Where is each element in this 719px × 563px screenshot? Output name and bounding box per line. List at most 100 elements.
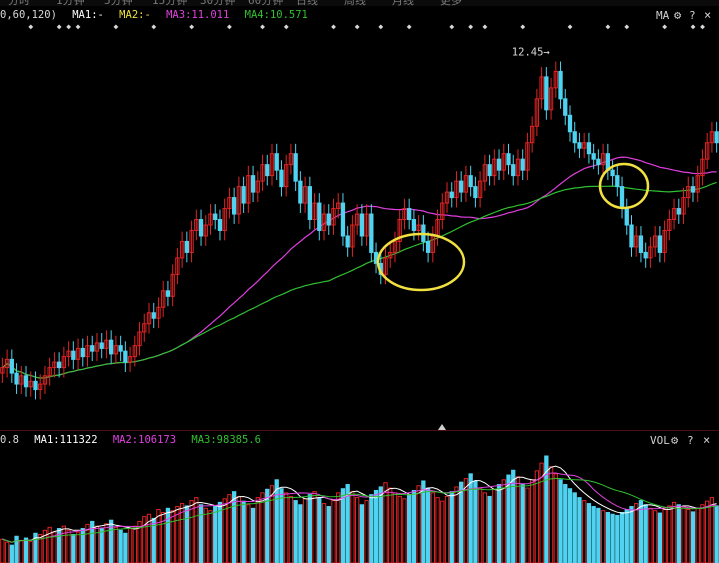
candle-body xyxy=(411,219,417,231)
volume-bar xyxy=(591,506,596,563)
volume-bar xyxy=(80,528,85,563)
volume-bar xyxy=(0,538,5,563)
volume-legend: 0.8 MA1:111322 MA2:106173 MA3:98385.6 xyxy=(0,434,270,448)
volume-bar xyxy=(572,492,577,563)
volume-bar xyxy=(492,488,497,563)
volume-bar xyxy=(671,501,677,563)
vol-settings-gear-icon[interactable]: ⚙ xyxy=(671,433,678,447)
event-marker-icon[interactable]: ◆ xyxy=(331,24,336,31)
volume-bar xyxy=(312,491,317,563)
volume-bar xyxy=(695,507,700,563)
volume-bar xyxy=(298,504,303,563)
volume-bar xyxy=(293,500,298,563)
candle-body xyxy=(487,164,492,177)
event-marker-icon[interactable]: ◆ xyxy=(605,24,610,31)
event-marker-icon[interactable]: ◆ xyxy=(57,24,62,31)
candle-body xyxy=(279,169,284,188)
ma-settings-gear-icon[interactable]: ⚙ xyxy=(674,8,681,22)
volume-bar xyxy=(132,525,137,563)
event-marker-icon[interactable]: ◆ xyxy=(520,24,525,31)
event-marker-icon[interactable]: ◆ xyxy=(114,24,119,31)
volume-bar xyxy=(284,492,289,563)
event-marker-icon[interactable]: ◆ xyxy=(482,24,487,31)
event-marker-icon[interactable]: ◆ xyxy=(28,24,33,31)
ma-period-text: 0,60,120) xyxy=(0,9,57,21)
volume-bar xyxy=(407,494,412,563)
candle-body xyxy=(657,235,663,253)
candle-body xyxy=(265,164,270,177)
event-marker-icon[interactable]: ◆ xyxy=(355,24,360,31)
period-tab[interactable]: 分时 xyxy=(8,0,30,6)
period-tab[interactable]: 日线 xyxy=(296,0,318,6)
candle-body xyxy=(643,251,648,259)
event-marker-icon[interactable]: ◆ xyxy=(691,24,696,31)
volume-bar xyxy=(250,507,256,563)
period-tab[interactable]: 更多 xyxy=(440,0,462,6)
event-marker-icon[interactable]: ◆ xyxy=(66,24,71,31)
volume-bar xyxy=(198,504,204,563)
candle-body xyxy=(250,175,256,193)
annotation-ellipse-1 xyxy=(376,232,466,292)
event-marker-icon[interactable]: ◆ xyxy=(407,24,412,31)
ma3-value: MA3:11.011 xyxy=(166,9,230,21)
candle-body xyxy=(90,345,95,352)
volume-bar xyxy=(459,481,464,563)
event-marker-icon[interactable]: ◆ xyxy=(468,24,473,31)
period-tab[interactable]: 30分钟 xyxy=(200,0,235,6)
candle-body xyxy=(473,186,478,199)
vol-indicator-button[interactable]: VOL xyxy=(650,434,670,447)
volume-bar xyxy=(525,487,530,563)
ma-help-icon[interactable]: ? xyxy=(689,9,696,22)
period-tab[interactable]: 1分钟 xyxy=(56,0,85,6)
volume-bar xyxy=(411,489,417,563)
volume-bar xyxy=(487,495,492,563)
vol-help-icon[interactable]: ? xyxy=(687,434,694,447)
event-marker-icon[interactable]: ◆ xyxy=(227,24,232,31)
volume-chart-panel[interactable] xyxy=(0,448,719,563)
event-marker-icon[interactable]: ◆ xyxy=(189,24,194,31)
volume-bar xyxy=(463,478,469,563)
volume-bar xyxy=(208,510,213,563)
period-tab[interactable]: 60分钟 xyxy=(248,0,283,6)
volume-bar xyxy=(690,511,696,563)
ma-close-icon[interactable]: × xyxy=(704,8,711,22)
volume-bar xyxy=(511,469,516,563)
volume-bar xyxy=(506,474,511,563)
volume-bar xyxy=(302,498,308,563)
event-marker-icon[interactable]: ◆ xyxy=(260,24,265,31)
event-marker-icon[interactable]: ◆ xyxy=(378,24,383,31)
volume-bar xyxy=(681,506,686,563)
period-tab[interactable]: 周线 xyxy=(344,0,366,6)
event-marker-icon[interactable]: ◆ xyxy=(624,24,629,31)
candle-body xyxy=(217,219,223,231)
volume-bar xyxy=(567,488,573,563)
volume-bar xyxy=(416,485,421,563)
volume-bar xyxy=(586,503,592,563)
event-marker-icon[interactable]: ◆ xyxy=(76,24,81,31)
period-tab[interactable]: 15分钟 xyxy=(152,0,187,6)
period-tab[interactable]: 月线 xyxy=(392,0,414,6)
vol-close-icon[interactable]: × xyxy=(703,433,710,447)
event-marker-icon[interactable]: ◆ xyxy=(449,24,454,31)
volume-bar xyxy=(203,507,208,563)
candle-body xyxy=(506,153,511,166)
volume-bar xyxy=(600,510,606,563)
volume-bar xyxy=(331,500,336,563)
volume-bar xyxy=(189,500,194,563)
event-marker-icon[interactable]: ◆ xyxy=(568,24,573,31)
event-marker-icon[interactable]: ◆ xyxy=(151,24,156,31)
volume-bar xyxy=(123,532,128,563)
ma-indicator-button[interactable]: MA xyxy=(656,9,669,22)
period-tab[interactable]: 5分钟 xyxy=(104,0,133,6)
volume-bar xyxy=(582,500,587,563)
candle-body xyxy=(714,131,719,144)
price-chart-panel[interactable]: ◆ ◆ ◆ ◆ ◆ ◆ ◆ ◆ ◆ ◆ ◆ ◆ ◆ ◆ ◆ ◆ ◆ ◆ ◆ ◆ ◆ ◆ ◆ ◆ 12.45→ xyxy=(0,24,719,426)
candle-body xyxy=(293,153,298,182)
event-marker-icon[interactable]: ◆ xyxy=(662,24,667,31)
event-marker-icon[interactable]: ◆ xyxy=(700,24,705,31)
volume-bar xyxy=(350,491,355,563)
volume-bar xyxy=(236,495,242,563)
event-marker-icon[interactable]: ◆ xyxy=(284,24,289,31)
candle-body xyxy=(496,158,502,171)
max-price-label: 12.45→ xyxy=(512,47,550,59)
